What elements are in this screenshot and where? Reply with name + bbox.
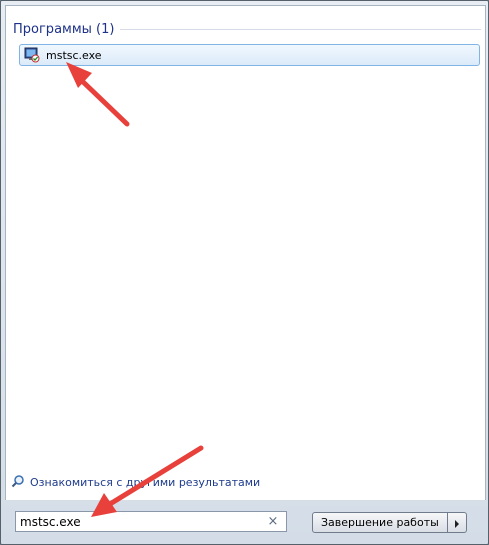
section-divider <box>120 29 481 30</box>
shutdown-label: Завершение работы <box>321 516 439 529</box>
more-results-label: Ознакомиться с другими результатами <box>30 476 261 489</box>
search-results-pane: Программы (1) mstsc.exe <box>5 5 486 500</box>
program-result-mstsc[interactable]: mstsc.exe <box>19 44 480 66</box>
section-title[interactable]: Программы (1) <box>13 22 120 37</box>
shutdown-button[interactable]: Завершение работы <box>312 512 448 533</box>
start-menu-window: Программы (1) mstsc.exe Ознакомиться с д… <box>0 0 489 545</box>
more-results-link[interactable]: Ознакомиться с другими результатами <box>11 473 260 492</box>
search-input[interactable] <box>20 514 266 529</box>
remote-desktop-icon <box>24 47 40 63</box>
chevron-right-icon <box>454 513 460 532</box>
clear-search-icon[interactable]: × <box>266 514 280 529</box>
programs-section-header: Программы (1) <box>13 22 481 37</box>
search-field[interactable]: × <box>15 511 287 532</box>
search-magnifier-icon <box>11 473 25 492</box>
program-result-label: mstsc.exe <box>46 48 102 62</box>
shutdown-button-group: Завершение работы <box>312 512 467 533</box>
shutdown-options-button[interactable] <box>447 512 467 533</box>
